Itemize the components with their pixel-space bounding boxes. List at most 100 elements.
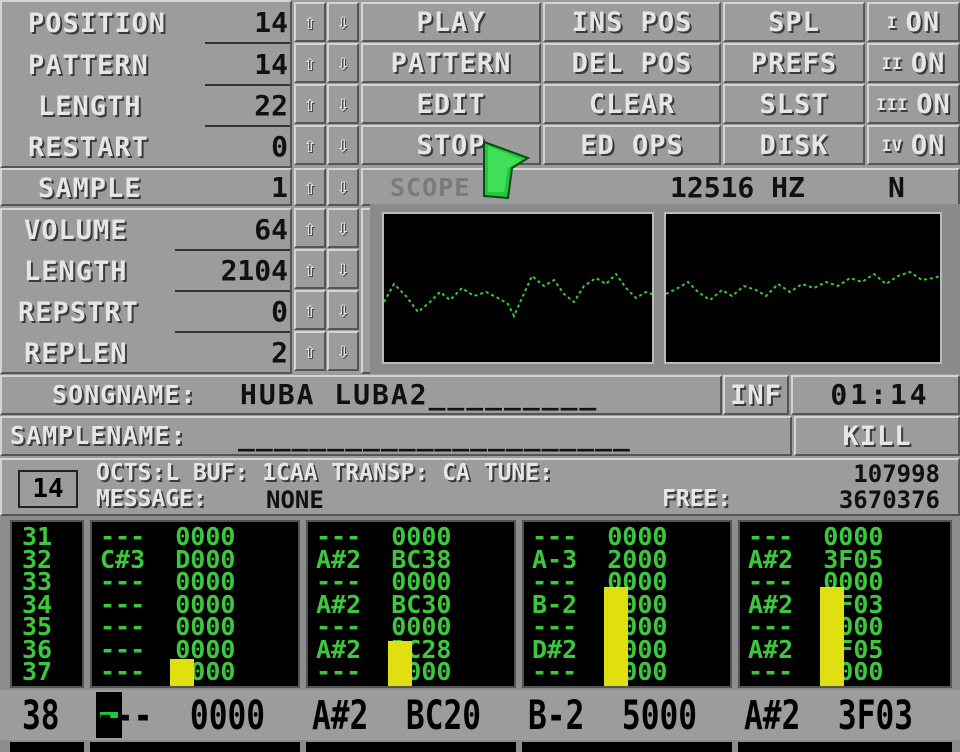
channel-3-num: III [876, 94, 909, 114]
play-button[interactable]: PLAY [361, 2, 541, 42]
pattern-up-icon[interactable]: ⇧ [294, 43, 326, 83]
del-pos-button[interactable]: DEL POS [543, 43, 721, 83]
channel-4-state: ON [910, 129, 946, 161]
status-line1: OCTS:L BUF: 1CAA TRANSP: CA TUNE: [96, 460, 553, 486]
sample-length-down-icon[interactable]: ⇩ [327, 249, 359, 289]
position-down-icon[interactable]: ⇩ [327, 2, 359, 42]
track-1[interactable]: --- 0000 C#3 D000 --- 0000 --- 0000 --- 0000… [90, 520, 300, 688]
pattern-number-box: 14 [18, 470, 78, 508]
scope-left-trace [383, 272, 653, 319]
length-up-icon[interactable]: ⇧ [294, 84, 326, 124]
track-2-vu-meter [388, 641, 412, 686]
slst-button-label: SLST [759, 88, 829, 120]
track-4-vu-meter [820, 587, 844, 686]
volume-label: VOLUME [24, 215, 128, 246]
length-label: LENGTH [38, 91, 142, 122]
scope-right [664, 212, 942, 364]
length-down-icon[interactable]: ⇩ [327, 84, 359, 124]
channel-2-toggle[interactable]: II ON [867, 43, 960, 83]
free-value: 3670376 [838, 486, 940, 514]
ins-pos-button[interactable]: INS POS [543, 2, 721, 42]
ed-ops-button[interactable]: ED OPS [543, 125, 721, 165]
songname-label: SONGNAME: [52, 380, 197, 409]
restart-down-icon[interactable]: ⇩ [327, 125, 359, 165]
channel-4-toggle[interactable]: IV ON [867, 125, 960, 165]
repstrt-down-icon[interactable]: ⇩ [327, 290, 359, 330]
repstrt-label: REPSTRT [18, 297, 139, 328]
samplename-value[interactable]: ______________________ [238, 422, 748, 450]
sample-down-icon[interactable]: ⇩ [327, 168, 359, 206]
current-row-track-3: B-2 5000 [528, 693, 698, 739]
track-1-rows: --- 0000 C#3 D000 --- 0000 --- 0000 --- 0000… [92, 522, 298, 683]
sample-value: 1 [271, 171, 288, 204]
spl-button[interactable]: SPL [723, 2, 865, 42]
sample-length-value: 2104 [220, 254, 288, 287]
track-3[interactable]: --- 0000 A-3 2000 --- 0000 B-2 5000 --- 0000… [522, 520, 732, 688]
pattern-cell[interactable]: --- 0000 [100, 659, 298, 683]
track-2[interactable]: --- 0000 A#2 BC38 --- 0000 A#2 BC30 --- 0000… [306, 520, 516, 688]
channel-2-num: II [881, 53, 903, 73]
track-4[interactable]: --- 0000 A#2 3F05 --- 0000 A#2 3F03 --- 0000… [738, 520, 952, 688]
stop-button-label: STOP [416, 129, 486, 161]
sample-up-icon[interactable]: ⇧ [294, 168, 326, 206]
track-1-vu-meter [170, 659, 194, 686]
pattern-cell[interactable]: --- 0000 [748, 659, 950, 683]
edit-button[interactable]: EDIT [361, 84, 541, 124]
sample-length-up-icon[interactable]: ⇧ [294, 249, 326, 289]
next-row-track-4-strip [738, 742, 952, 752]
channel-4-num: IV [881, 135, 903, 155]
prefs-button[interactable]: PREFS [723, 43, 865, 83]
current-row-number: 38 [22, 693, 60, 739]
time-display: 01:14 [830, 378, 930, 411]
kill-button-label: KILL [842, 420, 912, 452]
pattern-cell[interactable]: --- 0000 [532, 659, 730, 683]
length-underline [205, 125, 290, 127]
inf-button[interactable]: INF [723, 375, 789, 415]
channel-1-toggle[interactable]: I ON [867, 2, 960, 42]
repstrt-underline [175, 331, 290, 333]
channel-2-state: ON [910, 47, 946, 79]
message-value: NONE [266, 486, 324, 514]
scope-label: SCOPE [390, 173, 471, 202]
current-row-track-4: A#2 3F03 [744, 693, 914, 739]
pattern-label: PATTERN [28, 50, 149, 81]
pattern-value: 14 [254, 48, 288, 81]
track-4-rows: --- 0000 A#2 3F05 --- 0000 A#2 3F03 --- 0000… [740, 522, 950, 683]
pattern-button[interactable]: PATTERN [361, 43, 541, 83]
current-row-track-2: A#2 BC20 [312, 693, 482, 739]
slst-button[interactable]: SLST [723, 84, 865, 124]
scope-freq: 12516 HZ [670, 171, 805, 204]
samplename-label: SAMPLENAME: [10, 421, 187, 450]
pattern-underline [205, 84, 290, 86]
sample-length-underline [175, 290, 290, 292]
clear-button[interactable]: CLEAR [543, 84, 721, 124]
volume-up-icon[interactable]: ⇧ [294, 208, 326, 248]
restart-up-icon[interactable]: ⇧ [294, 125, 326, 165]
repstrt-up-icon[interactable]: ⇧ [294, 290, 326, 330]
clear-button-label: CLEAR [588, 88, 676, 120]
ed-ops-button-label: ED OPS [580, 129, 684, 161]
channel-3-state: ON [916, 88, 951, 120]
channel-1-num: I [886, 12, 898, 32]
replen-label: REPLEN [24, 338, 128, 369]
length-value: 22 [254, 89, 288, 122]
pattern-number: 14 [32, 474, 64, 504]
prefs-button-label: PREFS [750, 47, 838, 79]
disk-button[interactable]: DISK [723, 125, 865, 165]
row-number-column: 31 32 33 34 35 36 37 [10, 520, 84, 688]
pattern-down-icon[interactable]: ⇩ [327, 43, 359, 83]
position-up-icon[interactable]: ⇧ [294, 2, 326, 42]
volume-down-icon[interactable]: ⇩ [327, 208, 359, 248]
channel-3-toggle[interactable]: III ON [867, 84, 960, 124]
songname-value[interactable]: HUBA LUBA2_________ [240, 381, 710, 409]
replen-up-icon[interactable]: ⇧ [294, 331, 326, 371]
sample-label: SAMPLE [38, 173, 142, 204]
kill-button[interactable]: KILL [794, 416, 960, 456]
pattern-cell[interactable]: --- 0000 [316, 659, 514, 683]
edit-button-label: EDIT [416, 88, 486, 120]
replen-down-icon[interactable]: ⇩ [327, 331, 359, 371]
scope-mode: N [888, 171, 905, 204]
next-row-track-1-strip [90, 742, 300, 752]
pattern-button-label: PATTERN [390, 47, 512, 79]
row-numbers: 31 32 33 34 35 36 37 [12, 522, 82, 683]
